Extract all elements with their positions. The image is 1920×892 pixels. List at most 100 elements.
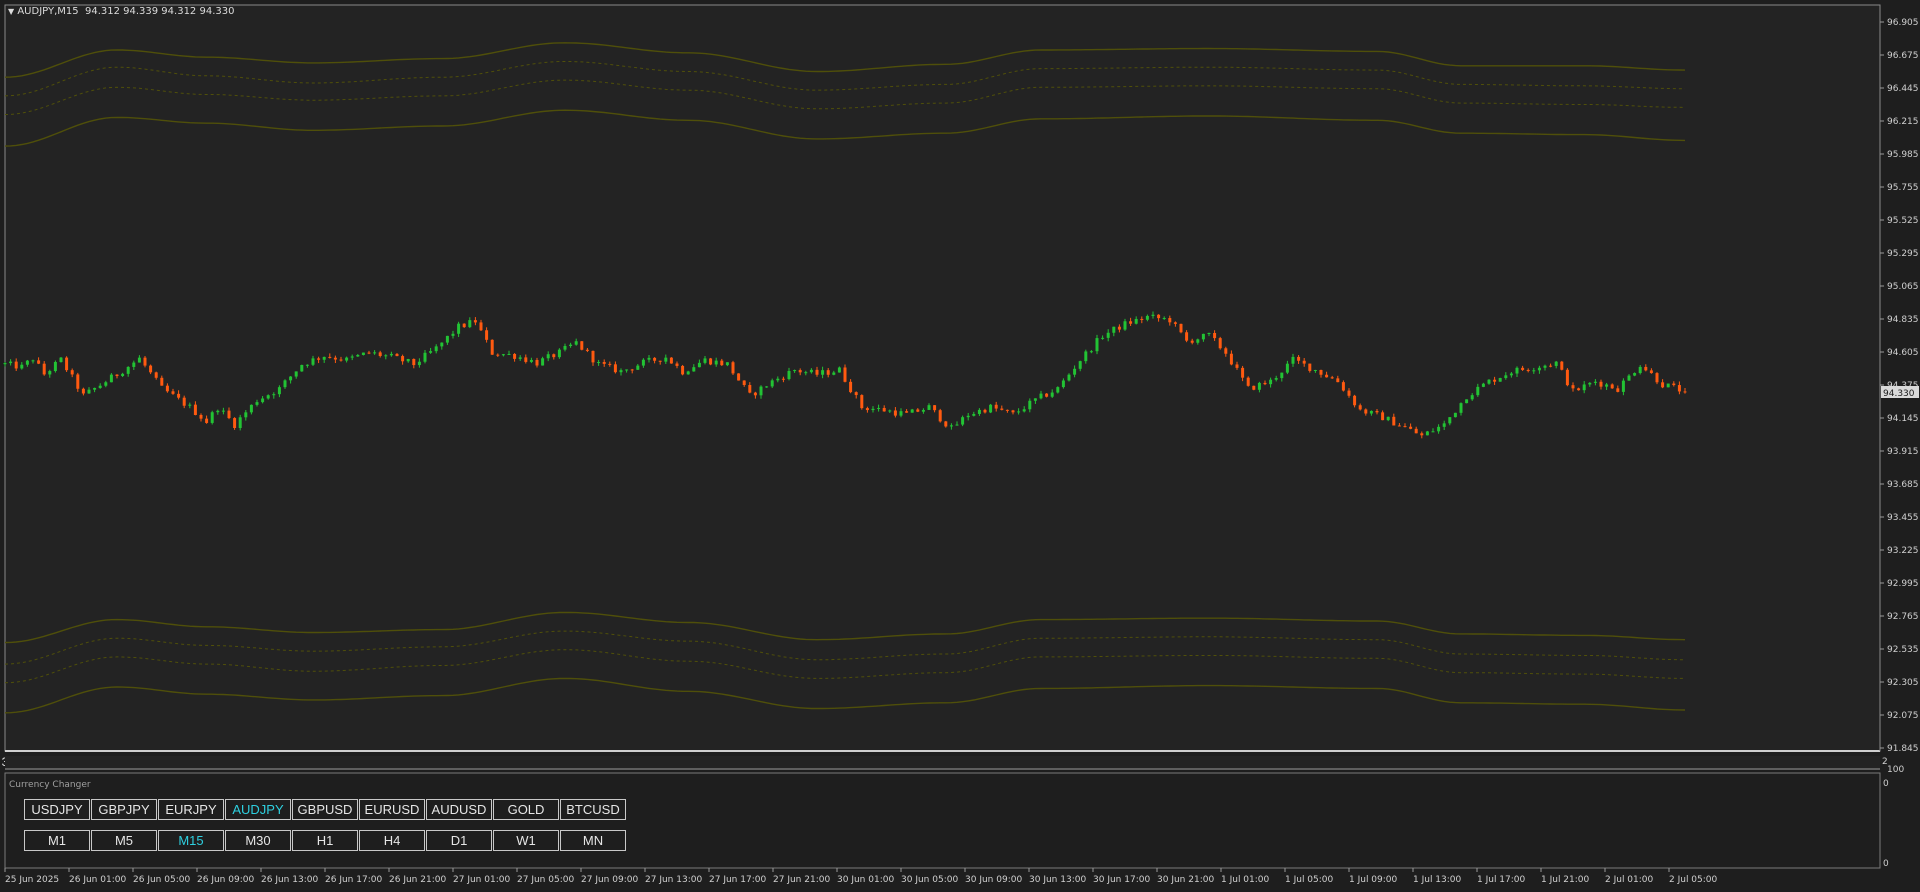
candle-body [1498,378,1502,382]
candle-body [927,405,931,410]
candle-body [1605,384,1609,387]
candle-body [1257,382,1261,390]
date-tick-label: 27 Jun 21:00 [773,875,830,885]
candle-body [681,365,685,375]
price-tick-label: 92.995 [1887,579,1919,589]
price-tick-label: 93.685 [1887,480,1919,490]
candle-body [882,407,886,412]
candle-body [552,354,556,358]
candle-body [1280,372,1284,379]
candle-body [961,417,965,425]
candle-body [417,361,421,366]
timeframe-button-m5[interactable]: M5 [91,830,157,851]
symbol-button-audusd[interactable]: AUDUSD [426,799,492,820]
candle-body [1196,339,1200,343]
candle-body [143,357,147,366]
symbol-button-gbpusd[interactable]: GBPUSD [292,799,358,820]
candle-body [1190,340,1194,343]
candle-body [132,362,136,367]
candle-body [658,360,662,362]
candle-body [989,404,993,413]
timeframe-button-d1[interactable]: D1 [426,830,492,851]
candle-body [1207,333,1211,335]
candle-body [524,357,528,362]
candle-body [1061,380,1065,388]
candle-body [714,360,718,365]
date-tick-label: 1 Jul 13:00 [1413,875,1462,885]
timeframe-button-w1[interactable]: W1 [493,830,559,851]
candle-body [121,373,125,377]
candle-body [1291,356,1295,364]
triangle-down-icon[interactable]: ▼ [8,7,14,16]
candle-body [832,372,836,375]
timeframe-button-m30[interactable]: M30 [225,830,291,851]
candle-body [205,418,209,423]
price-tick-label: 95.985 [1887,150,1919,160]
candle-body [916,409,920,412]
candle-body [1386,416,1390,421]
candle-body [115,374,119,377]
candle-body [513,353,517,359]
candle-body [1661,382,1665,388]
candle-body [1532,370,1536,372]
candle-body [1224,348,1228,354]
candle-body [87,389,91,394]
symbol-button-gbpjpy[interactable]: GBPJPY [91,799,157,820]
chart-window[interactable]: 96.905 96.675 96.445 96.215 95.985 95.755 95.5… [0,0,1920,892]
timeframe-button-h1[interactable]: H1 [292,830,358,851]
date-tick-label: 2 Jul 05:00 [1669,875,1718,885]
candle-body [373,352,377,354]
candle-body [3,363,7,365]
candle-body [1509,373,1513,376]
candle-body [154,372,158,378]
candle-body [53,362,57,372]
candle-body [440,342,444,347]
date-tick-label: 30 Jun 13:00 [1029,875,1086,885]
candle-body [1101,337,1105,339]
price-tick-label: 94.835 [1887,315,1919,325]
timeframe-button-h4[interactable]: H4 [359,830,425,851]
price-chart-area[interactable] [4,4,1881,752]
candle-body [1134,318,1138,324]
timeframe-button-m1[interactable]: M1 [24,830,90,851]
candle-body [412,358,416,366]
candle-body [1616,388,1620,392]
candle-body [1229,353,1233,365]
candle-body [1549,365,1553,367]
symbol-button-gold[interactable]: GOLD [493,799,559,820]
candle-body [686,371,690,375]
candle-body [765,386,769,388]
candle-body [1392,416,1396,426]
symbol-button-usdjpy[interactable]: USDJPY [24,799,90,820]
candle-body [1201,333,1205,340]
candle-body [664,357,668,362]
candle-body [423,352,427,362]
candle-body [25,360,29,365]
date-tick-label: 1 Jul 09:00 [1349,875,1398,885]
symbol-button-eurusd[interactable]: EURUSD [359,799,425,820]
date-tick-label: 1 Jul 01:00 [1221,875,1270,885]
symbol-button-eurjpy[interactable]: EURJPY [158,799,224,820]
candle-body [720,360,724,366]
candle-body [1353,395,1357,406]
candle-body [1610,384,1614,389]
candle-body [317,358,321,360]
timeframe-button-m15[interactable]: M15 [158,830,224,851]
symbol-button-btcusd[interactable]: BTCUSD [560,799,626,820]
candle-body [1420,433,1424,436]
candle-body [339,359,343,361]
candle-body [93,387,97,390]
candle-body [1157,314,1161,319]
candle-body [748,385,752,393]
candle-body [793,370,797,372]
candle-body [65,357,69,371]
timeframe-button-mn[interactable]: MN [560,830,626,851]
candle-body [843,367,847,382]
symbol-button-audjpy[interactable]: AUDJPY [225,799,291,820]
candle-body [580,341,584,350]
candle-body [546,354,550,359]
candle-body [619,370,623,373]
timeframe-buttons: M1 M5 M15 M30 H1 H4 D1 W1 MN [24,830,627,851]
candle-body [949,425,953,427]
price-tick-label: 95.295 [1887,249,1919,259]
